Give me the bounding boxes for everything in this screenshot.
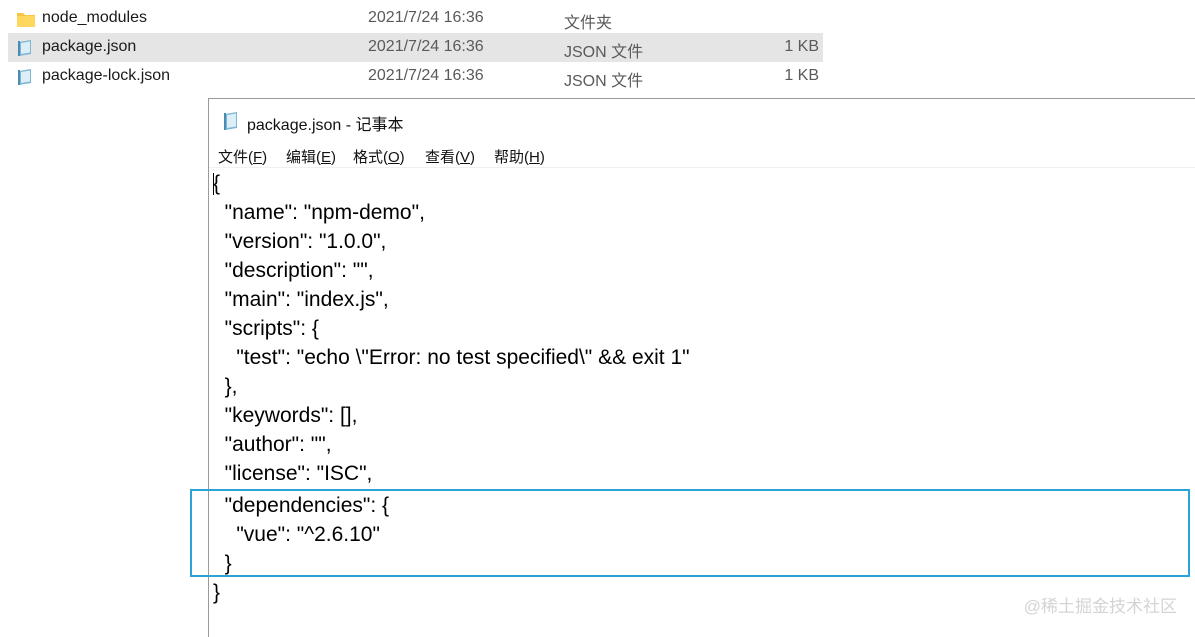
menu-label-end: ) xyxy=(470,149,476,166)
file-date: 2021/7/24 16:36 xyxy=(368,38,484,55)
file-type: 文件夹 xyxy=(564,15,613,32)
menu-label: 格式( xyxy=(353,149,388,166)
code-line: "vue": "^2.6.10" xyxy=(213,523,380,546)
menu-file[interactable]: 文件(F) xyxy=(218,146,267,167)
code-line: } xyxy=(213,581,221,604)
code-line: "main": "index.js", xyxy=(213,288,389,311)
code-line: "dependencies": { xyxy=(213,494,390,517)
text-editor-area[interactable]: { "name": "npm-demo", "version": "1.0.0"… xyxy=(190,169,1195,637)
code-line: "description": "", xyxy=(213,259,374,282)
code-line: "author": "", xyxy=(213,433,332,456)
menu-label-end: ) xyxy=(331,149,337,166)
menu-format[interactable]: 格式(O) xyxy=(353,146,405,167)
code-line: "test": "echo \"Error: no test specified… xyxy=(213,346,690,369)
file-row-package-lock-json[interactable]: package-lock.json 2021/7/24 16:36 JSON 文… xyxy=(8,62,823,91)
notepad-file-icon xyxy=(16,39,36,57)
notepad-app-icon xyxy=(221,111,241,131)
notepad-file-icon xyxy=(16,68,36,86)
code-line: "license": "ISC", xyxy=(213,462,373,485)
menu-label-end: ) xyxy=(399,149,405,166)
notepad-titlebar[interactable]: package.json - 记事本 xyxy=(209,99,1195,141)
file-type: JSON 文件 xyxy=(564,73,644,90)
code-line: "name": "npm-demo", xyxy=(213,201,425,224)
menu-accel-key: V xyxy=(460,149,471,166)
notepad-window: package.json - 记事本 文件(F) 编辑(E) 格式(O) 查看(… xyxy=(190,98,1195,637)
explorer-file-list: node_modules 2021/7/24 16:36 文件夹 package… xyxy=(0,0,1195,96)
menu-accel-key: O xyxy=(388,149,400,166)
menu-label-end: ) xyxy=(262,149,268,166)
code-line: "keywords": [], xyxy=(213,404,358,427)
file-size: 1 KB xyxy=(784,38,819,55)
screenshot-root: node_modules 2021/7/24 16:36 文件夹 package… xyxy=(0,0,1195,637)
file-date: 2021/7/24 16:36 xyxy=(368,67,484,84)
file-name: package-lock.json xyxy=(42,67,171,84)
menu-label-end: ) xyxy=(539,149,545,166)
file-row-package-json[interactable]: package.json 2021/7/24 16:36 JSON 文件 1 K… xyxy=(8,33,823,62)
file-row-node-modules[interactable]: node_modules 2021/7/24 16:36 文件夹 xyxy=(8,4,823,33)
watermark: @稀土掘金技术社区 xyxy=(1023,597,1177,616)
code-line: "scripts": { xyxy=(213,317,319,340)
menu-accel-key: F xyxy=(253,149,263,166)
code-line: }, xyxy=(213,375,238,398)
file-name: package.json xyxy=(42,38,137,55)
menu-bar: 文件(F) 编辑(E) 格式(O) 查看(V) 帮助(H) xyxy=(209,143,1195,168)
window-title: package.json - 记事本 xyxy=(247,117,404,134)
folder-icon xyxy=(16,10,36,28)
menu-label: 帮助( xyxy=(494,149,529,166)
file-size: 1 KB xyxy=(784,67,819,84)
menu-label: 编辑( xyxy=(286,149,321,166)
code-line: "version": "1.0.0", xyxy=(213,230,387,253)
file-type: JSON 文件 xyxy=(564,44,644,61)
file-name: node_modules xyxy=(42,9,147,26)
menu-label: 查看( xyxy=(425,149,460,166)
menu-accel-key: H xyxy=(529,149,540,166)
menu-help[interactable]: 帮助(H) xyxy=(494,146,545,167)
code-line: } xyxy=(213,552,232,575)
menu-label: 文件( xyxy=(218,149,253,166)
menu-edit[interactable]: 编辑(E) xyxy=(286,146,336,167)
code-line: { xyxy=(213,172,221,195)
menu-view[interactable]: 查看(V) xyxy=(425,146,475,167)
file-date: 2021/7/24 16:36 xyxy=(368,9,484,26)
menu-accel-key: E xyxy=(321,149,332,166)
